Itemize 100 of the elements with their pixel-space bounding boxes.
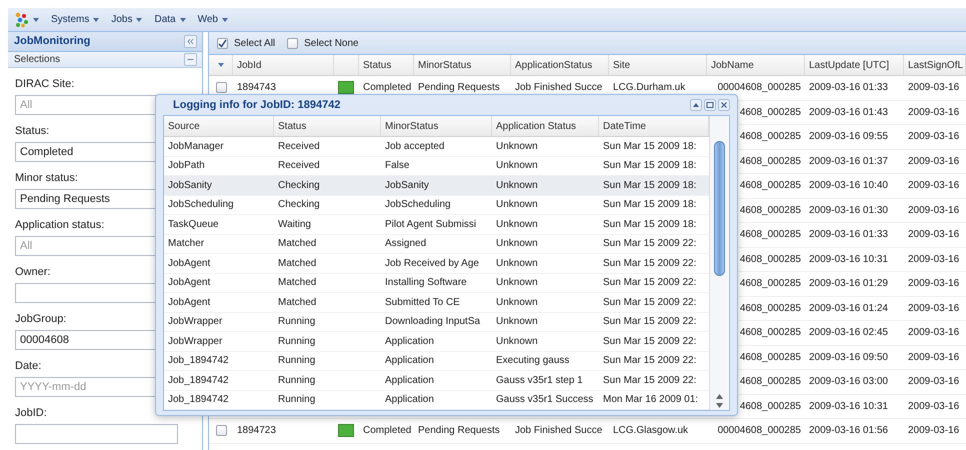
table-cell: 00004608_000285 bbox=[718, 425, 801, 436]
table-cell: 2009-03-16 01:33 bbox=[809, 82, 888, 94]
table-cell: 4608_000285 bbox=[740, 327, 801, 338]
scroll-down-icon[interactable] bbox=[716, 403, 722, 408]
log-row[interactable]: Job_1894742 Running Application Gauss v35r1 step 1 Sun Mar 15 2009 22: bbox=[164, 371, 709, 390]
table-cell: Waiting bbox=[278, 218, 311, 230]
table-cell: 00004608_000285 bbox=[718, 82, 801, 94]
table-cell: Pilot Agent Submissi bbox=[385, 218, 476, 230]
input-field[interactable] bbox=[15, 424, 178, 444]
collapse-icon[interactable] bbox=[184, 34, 197, 48]
table-cell: Pending Requests bbox=[418, 425, 500, 436]
table-cell: 2009-03-16 bbox=[908, 180, 960, 192]
table-cell: 2009-03-16 bbox=[908, 278, 960, 290]
table-cell: 4608_000285 bbox=[740, 229, 801, 240]
log-row[interactable]: JobWrapper Running Application Unknown Sun Mar 15 2009 22: bbox=[164, 332, 709, 352]
table-cell: Unknown bbox=[496, 258, 538, 269]
checkbox-label[interactable]: Select All bbox=[234, 38, 276, 48]
minimize-icon[interactable] bbox=[184, 52, 197, 66]
table-cell: Matched bbox=[278, 277, 316, 288]
table-cell: Gauss v35r1 step 1 bbox=[496, 374, 583, 386]
table-cell: JobSanity bbox=[385, 180, 429, 191]
sort-caret-icon[interactable] bbox=[218, 63, 224, 67]
table-cell: 4608_000285 bbox=[740, 352, 801, 363]
table-cell: 2009-03-16 03:00 bbox=[809, 376, 888, 388]
column-header[interactable]: Source bbox=[164, 116, 274, 136]
caret-icon bbox=[33, 18, 39, 22]
table-cell: Unknown bbox=[496, 140, 538, 152]
table-cell: 2009-03-16 bbox=[908, 254, 960, 265]
menu-button[interactable]: Data bbox=[154, 14, 186, 25]
table-cell: Checking bbox=[278, 199, 320, 210]
log-row[interactable]: JobManager Received Job accepted Unknown Sun Mar 15 2009 18: bbox=[164, 137, 709, 156]
column-header[interactable]: Application Status bbox=[492, 116, 599, 136]
table-cell: JobScheduling bbox=[385, 199, 451, 210]
logo-icon[interactable] bbox=[14, 12, 30, 28]
table-cell: Executing gauss bbox=[496, 355, 570, 366]
column-header[interactable]: Status bbox=[274, 116, 381, 136]
table-cell: Job Received by Age bbox=[385, 258, 479, 269]
log-row[interactable]: JobAgent Matched Submitted To CE Unknown Sun Mar 15 2009 22: bbox=[164, 293, 709, 312]
log-row[interactable]: JobWrapper Running Downloading InputSa Unknown Sun Mar 15 2009 22: bbox=[164, 312, 709, 332]
column-header[interactable]: Site bbox=[609, 55, 707, 75]
table-cell: Sun Mar 15 2009 18: bbox=[603, 180, 696, 191]
log-row[interactable]: Job_1894742 Running Application Executing gauss Sun Mar 15 2009 22: bbox=[164, 352, 709, 371]
table-cell: Sun Mar 15 2009 22: bbox=[603, 316, 696, 328]
log-row[interactable]: TaskQueue Waiting Pilot Agent Submissi Unknown Sun Mar 15 2009 18: bbox=[164, 215, 709, 234]
table-cell: 2009-03-16 10:40 bbox=[809, 180, 888, 192]
column-header[interactable]: JobName bbox=[707, 55, 805, 75]
table-cell: 2009-03-16 bbox=[908, 106, 960, 118]
log-row[interactable]: JobSanity Checking JobSanity Unknown Sun Mar 15 2009 18: bbox=[164, 176, 709, 196]
table-cell: Checking bbox=[278, 180, 320, 191]
table-cell: 2009-03-16 bbox=[908, 327, 960, 338]
log-row[interactable]: JobAgent Matched Installing Software Unknown Sun Mar 15 2009 22: bbox=[164, 274, 709, 293]
table-cell: Downloading InputSa bbox=[385, 316, 480, 328]
log-row[interactable]: Job_1894742 Running Application Gauss v35r1 Success Mon Mar 16 2009 01: bbox=[164, 390, 709, 410]
close-icon[interactable] bbox=[718, 99, 730, 111]
log-row[interactable]: JobAgent Matched Job Received by Age Unknown Sun Mar 15 2009 22: bbox=[164, 254, 709, 274]
table-cell: Job_1894742 bbox=[168, 394, 229, 406]
table-cell: Sun Mar 15 2009 22: bbox=[603, 296, 696, 308]
table-cell: 4608_000285 bbox=[740, 302, 801, 314]
checkbox[interactable] bbox=[216, 82, 226, 94]
checkbox[interactable] bbox=[287, 38, 298, 48]
column-header[interactable]: Status bbox=[359, 55, 414, 75]
column-header[interactable]: JobId bbox=[233, 55, 334, 75]
table-cell: Application bbox=[385, 374, 434, 386]
table-cell: Mon Mar 16 2009 01: bbox=[603, 394, 698, 406]
checkbox[interactable] bbox=[216, 425, 226, 436]
column-header[interactable]: ApplicationStatus bbox=[511, 55, 609, 75]
table-cell: Received bbox=[278, 160, 320, 172]
table-cell: JobAgent bbox=[168, 258, 210, 269]
menu-button[interactable]: Jobs bbox=[111, 14, 142, 25]
column-header[interactable]: MinorStatus bbox=[414, 55, 511, 75]
scrollbar[interactable] bbox=[709, 116, 728, 410]
column-header[interactable]: LastSignOfL bbox=[904, 55, 966, 75]
table-cell: Running bbox=[278, 336, 316, 347]
scroll-up-icon[interactable] bbox=[716, 394, 722, 399]
table-cell: 4608_000285 bbox=[740, 278, 801, 290]
table-cell: Unknown bbox=[496, 277, 538, 288]
maximize-icon[interactable] bbox=[704, 99, 716, 111]
column-header[interactable]: MinorStatus bbox=[381, 116, 492, 136]
log-row[interactable]: Matcher Matched Assigned Unknown Sun Mar 15 2009 22: bbox=[164, 234, 709, 254]
field-label: JobGroup: bbox=[15, 312, 66, 326]
table-cell: 2009-03-16 09:55 bbox=[809, 131, 888, 142]
log-row[interactable]: JobScheduling Checking JobScheduling Unknown Sun Mar 15 2009 18: bbox=[164, 196, 709, 215]
table-cell: Submitted To CE bbox=[385, 296, 460, 308]
table-cell: Job Finished Succe bbox=[515, 425, 602, 436]
collapse-icon[interactable] bbox=[690, 99, 702, 111]
column-header[interactable]: LastUpdate [UTC] bbox=[805, 55, 904, 75]
menu-button[interactable]: Systems bbox=[51, 14, 100, 25]
checkbox[interactable] bbox=[217, 38, 228, 48]
table-cell: Job accepted bbox=[385, 140, 444, 152]
table-cell: JobSanity bbox=[168, 180, 212, 191]
checkbox-label[interactable]: Select None bbox=[304, 38, 359, 48]
table-cell: 4608_000285 bbox=[740, 254, 801, 265]
table-cell: 2009-03-16 01:33 bbox=[809, 229, 888, 240]
table-cell: 4608_000285 bbox=[740, 180, 801, 192]
table-cell: Unknown bbox=[496, 218, 538, 230]
table-cell: 4608_000285 bbox=[740, 131, 801, 142]
menu-button[interactable]: Web bbox=[198, 14, 228, 25]
scrollbar-thumb[interactable] bbox=[714, 141, 724, 276]
table-cell: Running bbox=[278, 374, 316, 386]
table-cell: Sun Mar 15 2009 18: bbox=[603, 199, 696, 210]
